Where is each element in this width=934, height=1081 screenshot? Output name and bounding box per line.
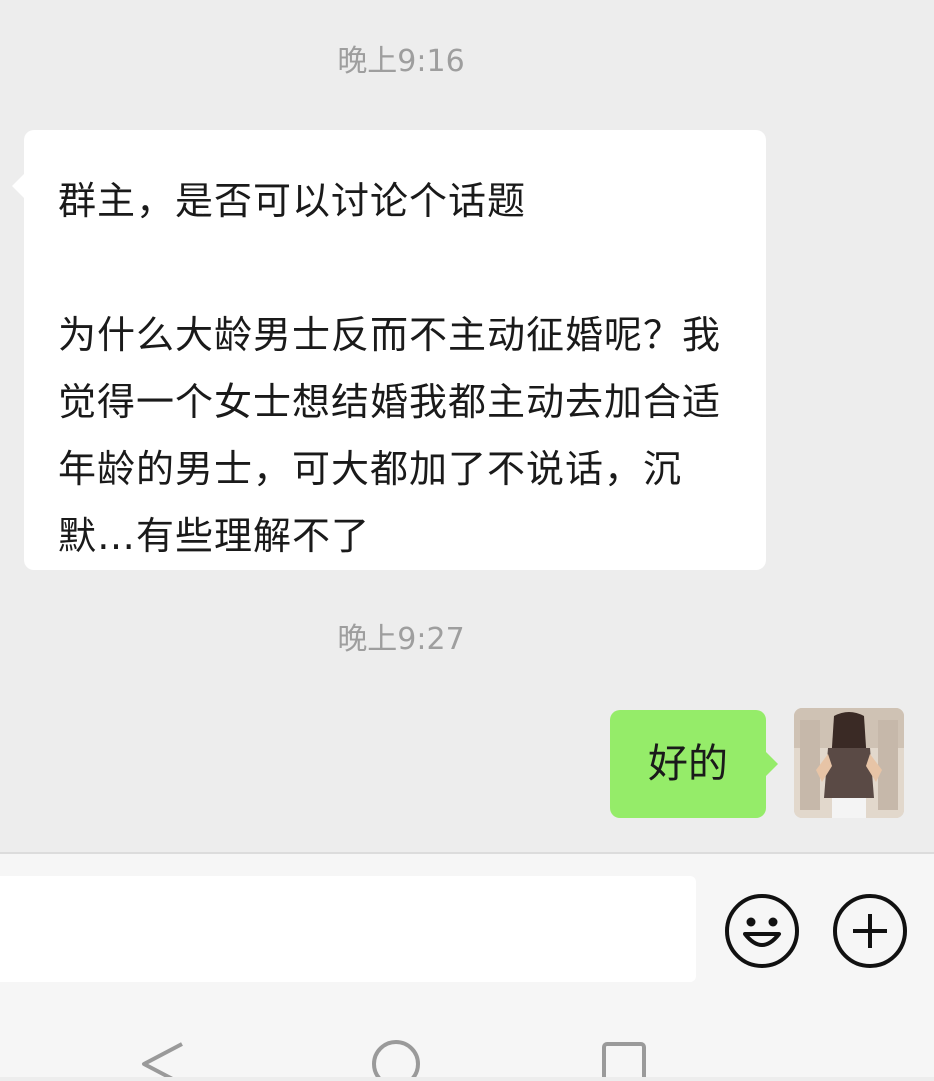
input-bar [0,852,934,984]
avatar-image [794,708,904,818]
timestamp-1: 晚上9:16 [337,44,465,79]
message-input[interactable] [0,876,696,982]
timestamp-2: 晚上9:27 [337,622,465,657]
user-avatar[interactable] [794,708,904,818]
home-circle-icon [372,1040,420,1081]
recent-square-icon [602,1042,646,1081]
smiley-icon[interactable] [725,894,799,968]
system-navigation-bar [0,984,934,1081]
chat-message-area[interactable]: 晚上9:16 群主，是否可以讨论个话题 为什么大龄男士反而不主动征婚呢？我觉得一… [0,0,934,852]
incoming-message-line-2: 为什么大龄男士反而不主动征婚呢？我觉得一个女士想结婚我都主动去加合适年龄的男士，… [58,313,722,558]
outgoing-message-bubble[interactable]: 好的 [610,710,778,818]
plus-icon[interactable] [833,894,907,968]
incoming-message-bubble[interactable]: 群主，是否可以讨论个话题 为什么大龄男士反而不主动征婚呢？我觉得一个女士想结婚我… [12,130,766,570]
incoming-message-line-1: 群主，是否可以讨论个话题 [58,179,527,223]
back-triangle-icon [142,1042,183,1081]
